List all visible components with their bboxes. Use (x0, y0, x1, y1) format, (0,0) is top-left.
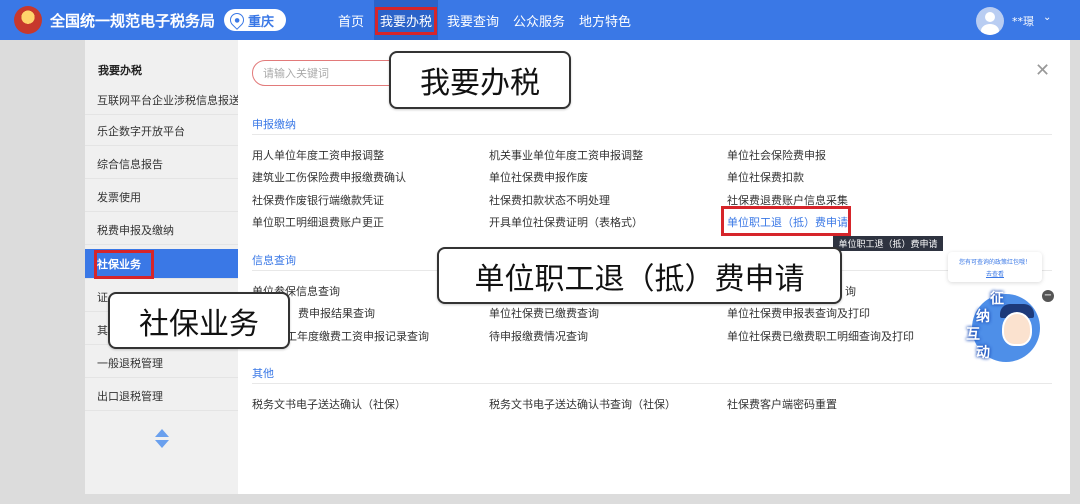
bubble-link[interactable]: 去查看 (952, 269, 1038, 278)
section-title-other: 其他 (252, 367, 274, 380)
assistant-label-char: 纳 (976, 309, 990, 325)
bubble-text: 您有可查询的政策红包哦！ (958, 259, 1031, 266)
nav-local-features[interactable]: 地方特色 (576, 0, 634, 40)
sidebar-scroll-control[interactable] (155, 429, 169, 449)
callout-sidebar: 社保业务 (108, 292, 290, 349)
link-pending-filing[interactable]: 待申报缴费情况查询 (489, 328, 588, 344)
link-highlight-box (721, 206, 851, 236)
link-deduction-unknown[interactable]: 社保费扣款状态不明处理 (489, 192, 610, 208)
assistant-face (1002, 312, 1032, 346)
arrow-down-icon[interactable] (155, 440, 169, 448)
section-divider (252, 134, 1052, 135)
link-paid-query[interactable]: 单位社保费已缴费查询 (489, 305, 599, 321)
link-bank-voucher-void[interactable]: 社保费作废银行端缴款凭证 (252, 192, 384, 208)
region-selector[interactable]: ● 重庆 (224, 9, 286, 31)
arrow-up-icon[interactable] (155, 429, 169, 437)
region-name: 重庆 (248, 14, 275, 30)
close-icon[interactable]: ✕ (1035, 60, 1050, 81)
location-pin-icon: ● (227, 10, 247, 30)
site-title[interactable]: 全国统一规范电子税务局 (50, 10, 215, 31)
sidebar-title: 我要办税 (98, 64, 142, 77)
sidebar-highlight-box (94, 250, 154, 279)
sidebar-item-invoice[interactable]: 发票使用 (85, 182, 238, 212)
section-title-filing: 申报缴纳 (252, 118, 296, 131)
user-avatar[interactable] (976, 7, 1004, 35)
link-filing-form-query[interactable]: 单位社保费申报表查询及打印 (727, 305, 870, 321)
link-issue-certificate[interactable]: 开具单位社保费证明（表格式） (489, 214, 643, 230)
minus-icon[interactable]: − (1042, 290, 1054, 302)
callout-link: 单位职工退（抵）费申请 (437, 247, 842, 304)
sidebar-item-tax-filing[interactable]: 税费申报及缴纳 (85, 215, 238, 245)
assistant-label-char: 互 (966, 327, 980, 343)
link-annual-wage-record[interactable]: 工年度缴费工资申报记录查询 (286, 328, 429, 344)
link-employee-detail-query[interactable]: 单位社保费已缴费职工明细查询及打印 (727, 328, 914, 344)
link-deduction[interactable]: 单位社保费扣款 (727, 169, 804, 185)
link-refund-account-correct[interactable]: 单位职工明细退费账户更正 (252, 214, 384, 230)
sidebar-item-leqi-platform[interactable]: 乐企数字开放平台 (85, 116, 238, 146)
link-client-password-reset[interactable]: 社保费客户端密码重置 (727, 396, 837, 412)
tooltip: 单位职工退（抵）费申请 (833, 236, 943, 251)
policy-bubble[interactable]: 您有可查询的政策红包哦！ 去查看 (948, 252, 1042, 282)
assistant-avatar[interactable]: 征 纳 互 动 (964, 288, 1046, 362)
tax-emblem-logo[interactable] (14, 6, 42, 34)
link-filing-void[interactable]: 单位社保费申报作废 (489, 169, 588, 185)
sidebar-item-export-refund[interactable]: 出口退税管理 (85, 381, 238, 411)
link-wage-adjust[interactable]: 用人单位年度工资申报调整 (252, 147, 384, 163)
section-divider (252, 383, 1052, 384)
chevron-down-icon[interactable]: ⌄ (1043, 12, 1051, 23)
nav-home[interactable]: 首页 (332, 0, 370, 40)
link-e-delivery-confirm[interactable]: 税务文书电子送达确认（社保） (252, 396, 406, 412)
link-institution-wage-adjust[interactable]: 机关事业单位年度工资申报调整 (489, 147, 643, 163)
link-construction-injury[interactable]: 建筑业工伤保险费申报缴费确认 (252, 169, 406, 185)
assistant-label-char: 动 (976, 345, 990, 361)
link-filing-result-query[interactable]: 费申报结果查询 (298, 305, 375, 321)
link-e-delivery-query[interactable]: 税务文书电子送达确认书查询（社保） (489, 396, 676, 412)
nav-query[interactable]: 我要查询 (444, 0, 502, 40)
sidebar-item-platform-report[interactable]: 互联网平台企业涉税信息报送 (85, 85, 238, 115)
assistant-label-char: 征 (990, 291, 1004, 307)
link-social-insurance-filing[interactable]: 单位社会保险费申报 (727, 147, 826, 163)
section-title-query: 信息查询 (252, 254, 296, 267)
sidebar-item-refund[interactable]: 一般退税管理 (85, 348, 238, 378)
sidebar-item-info-report[interactable]: 综合信息报告 (85, 149, 238, 179)
link-partial-query[interactable]: 询 (845, 283, 856, 299)
username[interactable]: **璟 (1012, 13, 1034, 29)
nav-public-service[interactable]: 公众服务 (510, 0, 568, 40)
nav-highlight-box (375, 7, 437, 35)
callout-nav: 我要办税 (389, 51, 571, 109)
